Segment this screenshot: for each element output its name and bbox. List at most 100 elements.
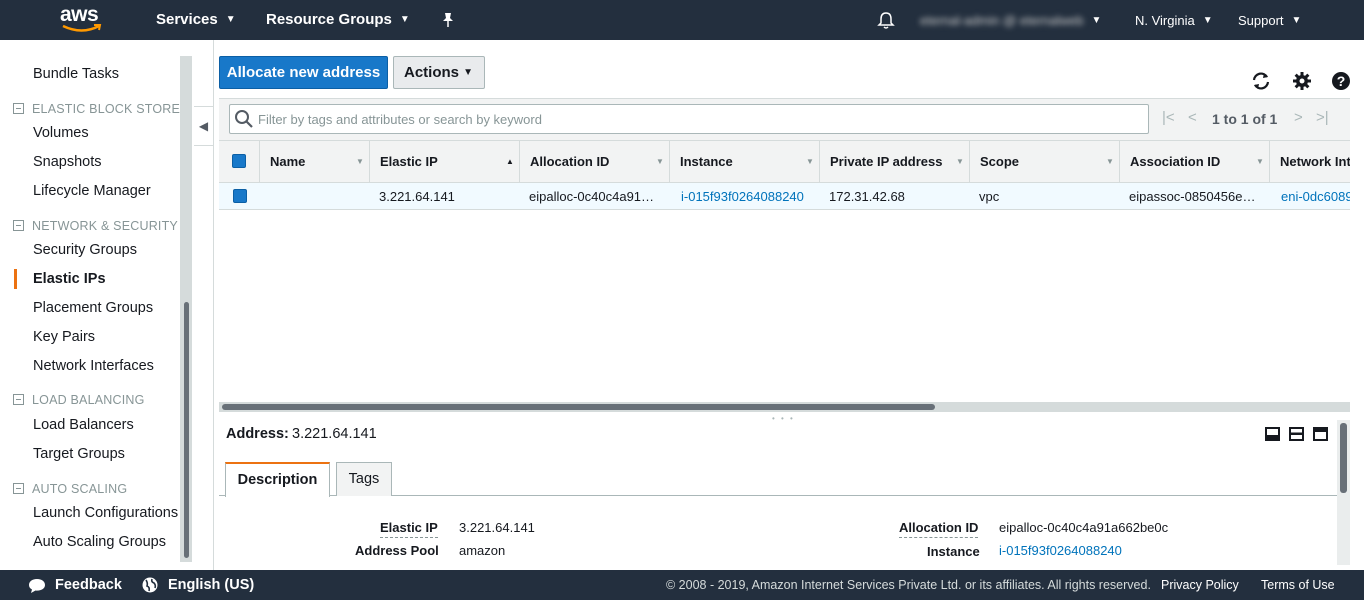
cell-elastic-ip: 3.221.64.141 <box>379 189 455 204</box>
sidebar-item-launch-configurations[interactable]: Launch Configurations <box>33 505 178 521</box>
sidebar-item-security-groups[interactable]: Security Groups <box>33 242 137 258</box>
feedback-icon <box>29 579 45 593</box>
services-menu[interactable]: Services ▼ <box>156 11 236 28</box>
table-header: Name ▼ Elastic IP ▲ Allocation ID ▼ Instanc… <box>219 141 1350 183</box>
sidebar-item-volumes[interactable]: Volumes <box>33 125 89 141</box>
table-horizontal-scrollbar-thumb[interactable] <box>222 404 935 410</box>
top-navigation-bar: aws Services ▼ Resource Groups ▼ eternal-a… <box>0 0 1364 40</box>
instance-link[interactable]: i-015f93f0264088240 <box>681 183 816 209</box>
field-label-instance: Instance <box>927 544 980 559</box>
feedback-link[interactable]: Feedback <box>55 577 122 593</box>
tab-tags[interactable]: Tags <box>336 462 392 496</box>
help-icon[interactable]: ? <box>1331 71 1351 91</box>
cell-association-id: eipassoc-0850456e… <box>1129 189 1256 204</box>
next-page-icon[interactable]: > <box>1294 109 1303 126</box>
svg-text:?: ? <box>1337 73 1346 89</box>
search-box[interactable] <box>229 104 1149 134</box>
sidebar-item-load-balancers[interactable]: Load Balancers <box>33 417 134 433</box>
resource-groups-menu[interactable]: Resource Groups ▼ <box>266 11 410 28</box>
sidebar-item-lifecycle-manager[interactable]: Lifecycle Manager <box>33 183 151 199</box>
region-menu[interactable]: N. Virginia ▼ <box>1135 13 1213 28</box>
first-page-icon[interactable]: |< <box>1162 109 1175 126</box>
collapse-icon <box>13 483 24 494</box>
collapse-icon <box>13 103 24 114</box>
panel-split-icon[interactable] <box>1289 427 1304 441</box>
column-header-association-id[interactable]: Association ID ▼ <box>1119 141 1269 182</box>
sidebar-section-auto-scaling[interactable]: AUTO SCALING <box>13 482 127 496</box>
sidebar-section-ebs[interactable]: ELASTIC BLOCK STORE <box>13 102 180 116</box>
resize-handle[interactable]: • • • <box>772 414 795 423</box>
sidebar-item-snapshots[interactable]: Snapshots <box>33 154 102 170</box>
cell-allocation-id: eipalloc-0c40c4a91… <box>529 189 655 204</box>
chevron-down-icon: ▼ <box>1091 15 1102 26</box>
chevron-down-icon: ▼ <box>1291 15 1302 26</box>
account-menu[interactable]: eternal-admin @ eternalweb ▼ <box>920 13 1101 28</box>
allocate-new-address-button[interactable]: Allocate new address <box>219 56 388 89</box>
panel-maximize-icon[interactable] <box>1313 427 1328 441</box>
language-selector[interactable]: English (US) <box>168 577 254 593</box>
pin-icon[interactable] <box>441 12 455 28</box>
globe-icon <box>142 577 158 593</box>
field-label-address-pool: Address Pool <box>355 543 439 558</box>
sort-icon: ▼ <box>956 157 964 166</box>
aws-smile-icon <box>62 24 102 32</box>
sidebar-item-auto-scaling-groups[interactable]: Auto Scaling Groups <box>33 534 166 550</box>
search-icon <box>235 110 253 128</box>
active-indicator <box>14 269 17 289</box>
gear-icon[interactable] <box>1292 71 1312 91</box>
aws-logo[interactable]: aws <box>60 3 104 35</box>
sidebar-item-placement-groups[interactable]: Placement Groups <box>33 300 153 316</box>
sort-icon: ▼ <box>1256 157 1264 166</box>
bell-icon[interactable] <box>877 11 895 30</box>
collapse-icon <box>13 220 24 231</box>
column-header-name[interactable]: Name ▼ <box>259 141 369 182</box>
cell-scope: vpc <box>979 189 1000 204</box>
table-row[interactable]: 3.221.64.141 eipalloc-0c40c4a91… i-015f9… <box>219 183 1350 210</box>
sidebar-section-load-balancing[interactable]: LOAD BALANCING <box>13 393 145 407</box>
sidebar-item-bundle-tasks[interactable]: Bundle Tasks <box>33 66 119 82</box>
sidebar-section-network-security[interactable]: NETWORK & SECURITY <box>13 219 178 233</box>
column-header-network-interface[interactable]: Network Int <box>1269 141 1350 182</box>
terms-of-use-link[interactable]: Terms of Use <box>1261 578 1335 592</box>
field-value-address-pool: amazon <box>459 543 506 558</box>
actions-dropdown-button[interactable]: Actions ▼ <box>393 56 485 89</box>
sidebar-item-elastic-ips[interactable]: Elastic IPs <box>33 271 106 287</box>
column-header-elastic-ip[interactable]: Elastic IP ▲ <box>369 141 519 182</box>
column-header-instance[interactable]: Instance ▼ <box>669 141 819 182</box>
search-input[interactable] <box>258 109 1138 129</box>
chevron-down-icon: ▼ <box>463 67 473 78</box>
field-value-allocation-id: eipalloc-0c40c4a91a662be0c <box>999 520 1169 535</box>
network-interface-link[interactable]: eni-0dc6089 <box>1281 183 1350 209</box>
column-header-scope[interactable]: Scope ▼ <box>969 141 1119 182</box>
sidebar-item-target-groups[interactable]: Target Groups <box>33 446 125 462</box>
field-value-elastic-ip: 3.221.64.141 <box>459 520 535 535</box>
column-header-allocation-id[interactable]: Allocation ID ▼ <box>519 141 669 182</box>
detail-address-label: Address: <box>226 426 289 442</box>
cell-private-ip: 172.31.42.68 <box>829 189 905 204</box>
sidebar-item-network-interfaces[interactable]: Network Interfaces <box>33 358 154 374</box>
sidebar-scrollbar-thumb[interactable] <box>184 302 189 558</box>
field-label-elastic-ip: Elastic IP <box>380 520 438 538</box>
row-checkbox[interactable] <box>233 189 247 203</box>
sidebar: Bundle Tasks ELASTIC BLOCK STORE Volumes… <box>0 40 192 570</box>
tab-description[interactable]: Description <box>225 462 330 497</box>
filter-bar: |< < 1 to 1 of 1 > >| <box>219 98 1350 141</box>
sort-icon: ▼ <box>656 157 664 166</box>
detail-scrollbar-thumb[interactable] <box>1340 423 1347 493</box>
chevron-down-icon: ▼ <box>1202 15 1213 26</box>
last-page-icon[interactable]: >| <box>1316 109 1329 126</box>
support-menu[interactable]: Support ▼ <box>1238 13 1301 28</box>
select-all-checkbox[interactable] <box>232 154 246 168</box>
collapse-sidebar-button[interactable]: ◀ <box>194 106 214 146</box>
privacy-policy-link[interactable]: Privacy Policy <box>1161 578 1239 592</box>
collapse-icon <box>13 394 24 405</box>
refresh-icon[interactable] <box>1251 71 1271 91</box>
sort-ascending-icon: ▲ <box>506 157 514 166</box>
table-body <box>219 210 1350 402</box>
previous-page-icon[interactable]: < <box>1188 109 1197 126</box>
panel-minimize-icon[interactable] <box>1265 427 1280 441</box>
field-value-instance-link[interactable]: i-015f93f0264088240 <box>999 543 1122 558</box>
sort-icon: ▼ <box>356 157 364 166</box>
column-header-private-ip[interactable]: Private IP address ▼ <box>819 141 969 182</box>
sidebar-item-key-pairs[interactable]: Key Pairs <box>33 329 95 345</box>
